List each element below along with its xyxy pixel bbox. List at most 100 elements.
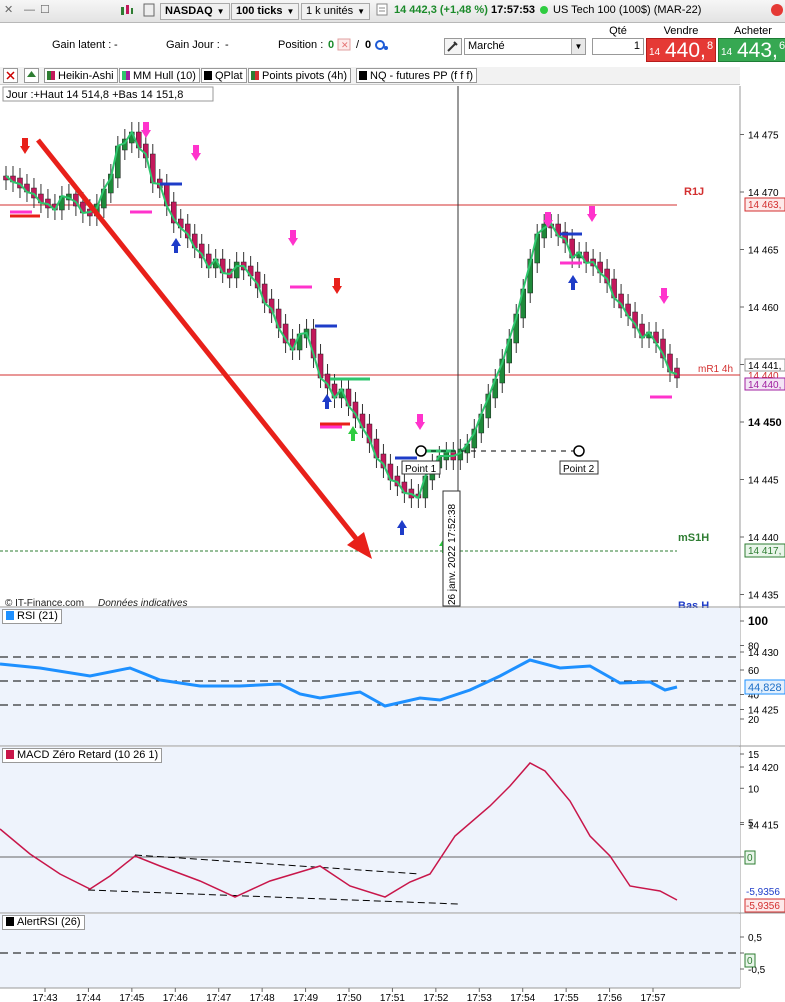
ms1h-tag: 14 417, (748, 546, 781, 557)
up-arrow-stem (571, 283, 575, 290)
order-type-select[interactable]: Marché ▼ (464, 38, 586, 55)
buy-button[interactable]: 14 443, 6 (718, 38, 785, 62)
alert-icon[interactable] (770, 3, 784, 20)
mr1-label: mR1 4h (698, 364, 733, 375)
down-arrow-stem (661, 288, 667, 296)
alertrsi-tag: 0 (747, 956, 753, 967)
buy-price: 443, (737, 39, 778, 62)
maximize-icon[interactable]: ☐ (40, 3, 50, 20)
down-arrow-stem (545, 212, 551, 220)
price-tick-label: 14 475 (748, 131, 779, 142)
clock-time: 17:57:53 (491, 4, 536, 16)
close-icon[interactable]: ✕ (4, 3, 13, 20)
chevron-down-icon: ▼ (571, 39, 585, 54)
sell-decimal: 8 (707, 40, 714, 52)
price-tick-label: 14 465 (748, 246, 779, 257)
chart-type-icon[interactable] (120, 3, 134, 20)
indicator-nq-label: NQ - futures PP (f f f) (370, 70, 474, 82)
units-label: 1 k unités (306, 5, 354, 17)
down-arrow-stem (417, 414, 423, 422)
jour-label: Jour :+Haut 14 514,8 +Bas 14 151,8 (6, 89, 183, 101)
minimize-icon[interactable]: — (24, 3, 35, 20)
order-panel: Marché ▼ Qté 1 Vendre 14 440, 8 Acheter 1… (440, 24, 785, 64)
indicator-heikin[interactable]: Heikin-Ashi (44, 68, 118, 83)
sell-label: Vendre (663, 25, 699, 37)
rsi-tag: 44,828 (748, 682, 782, 694)
settings-icon[interactable] (142, 3, 156, 20)
rsi-tick-label: 20 (748, 715, 760, 726)
symbol-label: NASDAQ (165, 5, 213, 17)
ticks-select[interactable]: 100 ticks ▼ (231, 3, 300, 20)
instrument-name: US Tech 100 (100$) (MAR-22) (553, 4, 702, 16)
price-tick-label: 14 440 (748, 533, 779, 544)
buy-prefix: 14 (721, 47, 733, 58)
macd-tick-label: 10 (748, 784, 760, 795)
time-tick-label: 17:51 (380, 993, 405, 1002)
time-tick-label: 17:44 (76, 993, 101, 1002)
alertrsi-title[interactable]: AlertRSI (26) (2, 915, 85, 930)
ms1h-label: mS1H (678, 532, 709, 544)
quote-change: 14 442,3 (+1,48 %) (394, 4, 488, 16)
units-select[interactable]: 1 k unités ▼ (301, 3, 371, 20)
price-tick-label: 14 445 (748, 476, 779, 487)
gain-latent-label: Gain latent : (52, 39, 112, 51)
rsi-title[interactable]: RSI (21) (2, 609, 62, 624)
price-tick-label: 14 450 (748, 417, 782, 429)
wrench-icon[interactable] (444, 38, 462, 55)
top-toolbar: ✕ — ☐ NASDAQ ▼ 100 ticks ▼ 1 k unités ▼ 14 … (0, 0, 785, 23)
position-value-2: 0 (365, 39, 372, 51)
time-tick-label: 17:49 (293, 993, 318, 1002)
time-tick-label: 17:46 (163, 993, 188, 1002)
rsi-tick-label: 80 (748, 642, 760, 653)
indicator-hull[interactable]: MM Hull (10) (119, 68, 200, 83)
point2-marker[interactable] (573, 445, 585, 457)
down-arrow-stem (334, 278, 340, 286)
alertrsi-title-label: AlertRSI (26) (17, 916, 81, 928)
up-arrow-stem (325, 402, 329, 409)
symbol-select[interactable]: NASDAQ ▼ (160, 3, 230, 20)
rsi-title-label: RSI (21) (17, 610, 58, 622)
point2-label: Point 2 (563, 464, 595, 475)
time-tick-label: 17:55 (554, 993, 579, 1002)
point1-marker[interactable] (415, 445, 427, 457)
time-tick-label: 17:56 (597, 993, 622, 1002)
price-tick-label: 14 460 (748, 303, 779, 314)
up-arrow-stem (400, 528, 404, 535)
position-info-bar: Gain latent : - Gain Jour : - Position :… (0, 24, 440, 64)
macd-title-label: MACD Zéro Retard (10 26 1) (17, 749, 159, 761)
time-tick-label: 17:47 (206, 993, 231, 1002)
alertrsi-panel-bg (0, 914, 740, 988)
indicator-pivots[interactable]: Points pivots (4h) (248, 68, 351, 83)
gear-icon[interactable] (373, 38, 389, 55)
svg-text:✕: ✕ (341, 40, 349, 50)
cross-icon[interactable] (3, 68, 18, 83)
price-tick-label: 14 435 (748, 591, 779, 602)
r1j-label: R1J (684, 186, 704, 198)
sell-price: 440, (665, 39, 706, 62)
macd-title[interactable]: MACD Zéro Retard (10 26 1) (2, 748, 163, 763)
gain-latent-value: - (114, 39, 118, 51)
qty-input[interactable]: 1 (592, 38, 644, 55)
macd-zero-tag: 0 (747, 853, 753, 864)
indicator-pivots-label: Points pivots (4h) (262, 70, 347, 82)
quote-icon (376, 3, 388, 20)
hull-tag: 14 440, (748, 380, 781, 391)
indicator-heikin-label: Heikin-Ashi (58, 70, 114, 82)
indicator-qplat[interactable]: QPlat (201, 68, 247, 83)
macd-tick-label: 5 (748, 819, 754, 830)
position-value: 0 (328, 39, 335, 51)
price-tick-label: 14 470 (748, 188, 779, 199)
indicator-nq[interactable]: NQ - futures PP (f f f) (356, 68, 478, 83)
rsi-panel-bg (0, 608, 740, 746)
indicator-qplat-label: QPlat (215, 70, 243, 82)
status-dot-icon (539, 3, 549, 20)
ticks-label: 100 ticks (236, 5, 283, 17)
gain-jour-label: Gain Jour : (166, 39, 220, 51)
chart-area[interactable]: 14 48014 47514 47014 46514 46014 45514 4… (0, 86, 785, 1002)
down-arrow-stem (193, 145, 199, 153)
sell-button[interactable]: 14 440, 8 (646, 38, 716, 62)
close-position-icon[interactable]: ✕ (337, 38, 351, 54)
alertrsi-tick-label: 0,5 (748, 933, 762, 944)
time-tick-label: 17:43 (32, 993, 57, 1002)
add-indicator-icon[interactable] (24, 68, 39, 83)
